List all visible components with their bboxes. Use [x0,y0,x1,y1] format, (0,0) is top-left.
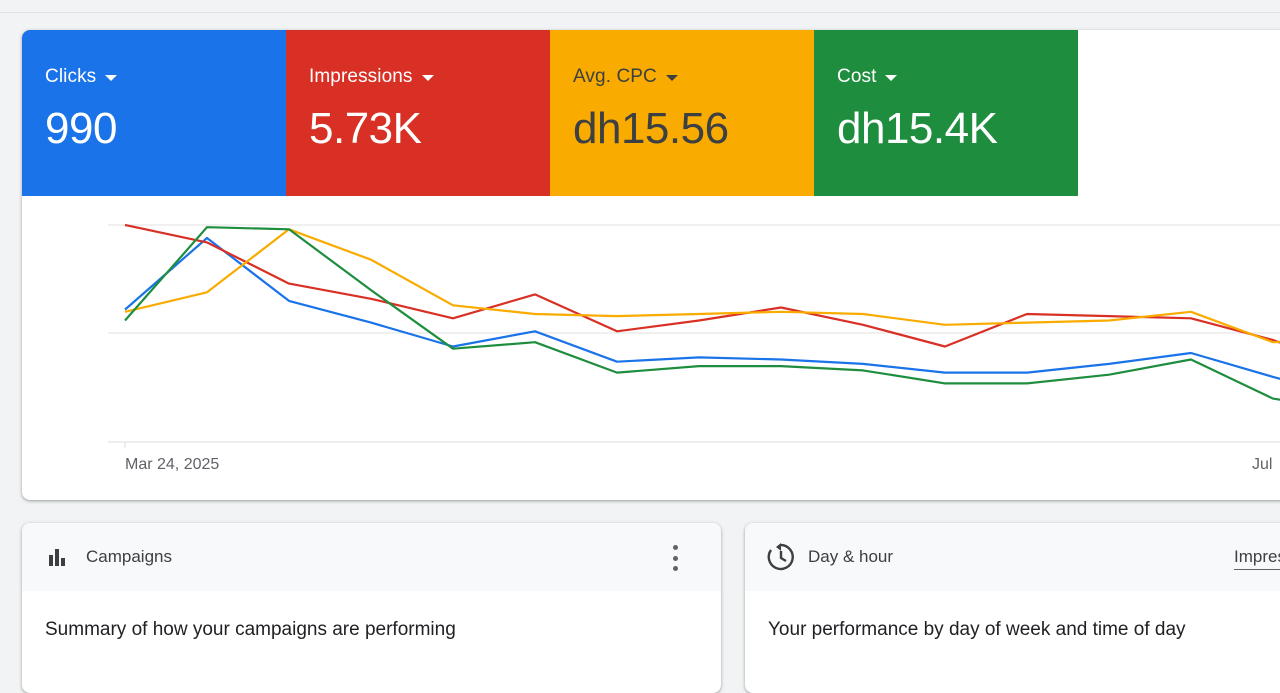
metric-label-row: Clicks [45,66,286,88]
day-hour-card-header: Day & hour Impressions [745,523,1280,591]
day-hour-card-description: Your performance by day of week and time… [768,619,1186,640]
performance-overview-card: Clicks 990 Impressions 5.73K Avg. CPC dh… [22,30,1280,500]
metric-tile-clicks[interactable]: Clicks 990 [22,30,286,196]
caret-down-icon [421,75,434,81]
schedule-icon [767,543,794,571]
metric-label: Clicks [45,66,97,87]
metric-label-row: Avg. CPC [573,66,814,88]
metric-tile-impressions[interactable]: Impressions 5.73K [286,30,550,196]
x-tick-label: Jul [1252,456,1273,473]
metric-select-dropdown[interactable]: Impressions [1234,547,1280,570]
campaigns-card-title: Campaigns [86,547,172,566]
metric-label-row: Impressions [309,66,550,88]
campaigns-card-description: Summary of how your campaigns are perfor… [45,619,456,640]
metric-value: 5.73K [309,104,422,153]
metric-tile-cost[interactable]: Cost dh15.4K [814,30,1078,196]
metric-value: dh15.4K [837,104,998,153]
x-tick-label: Mar 24, 2025 [125,456,220,473]
metric-value: 990 [45,104,117,153]
metric-label-row: Cost [837,66,1078,88]
metric-label: Impressions [309,66,413,87]
chart-svg [108,223,1280,448]
caret-down-icon [665,75,678,81]
day-hour-card: Day & hour Impressions Your performance … [745,523,1280,693]
day-hour-card-title: Day & hour [808,547,894,566]
top-strip [0,0,1280,13]
series-group [124,223,1280,401]
campaigns-card: Campaigns Summary of how your campaigns … [22,523,721,693]
metric-label: Cost [837,66,877,87]
metric-label: Avg. CPC [573,66,657,87]
campaigns-card-header: Campaigns [22,523,721,591]
line-chart: Mar 24, 2025 Jul [22,196,1280,500]
metric-value: dh15.56 [573,104,729,153]
more-vert-icon[interactable] [667,545,683,571]
series-impressions [124,223,1280,348]
caret-down-icon [885,75,898,81]
metric-tile-avg-cpc[interactable]: Avg. CPC dh15.56 [550,30,814,196]
bar-chart-icon [49,549,65,566]
caret-down-icon [105,75,118,81]
